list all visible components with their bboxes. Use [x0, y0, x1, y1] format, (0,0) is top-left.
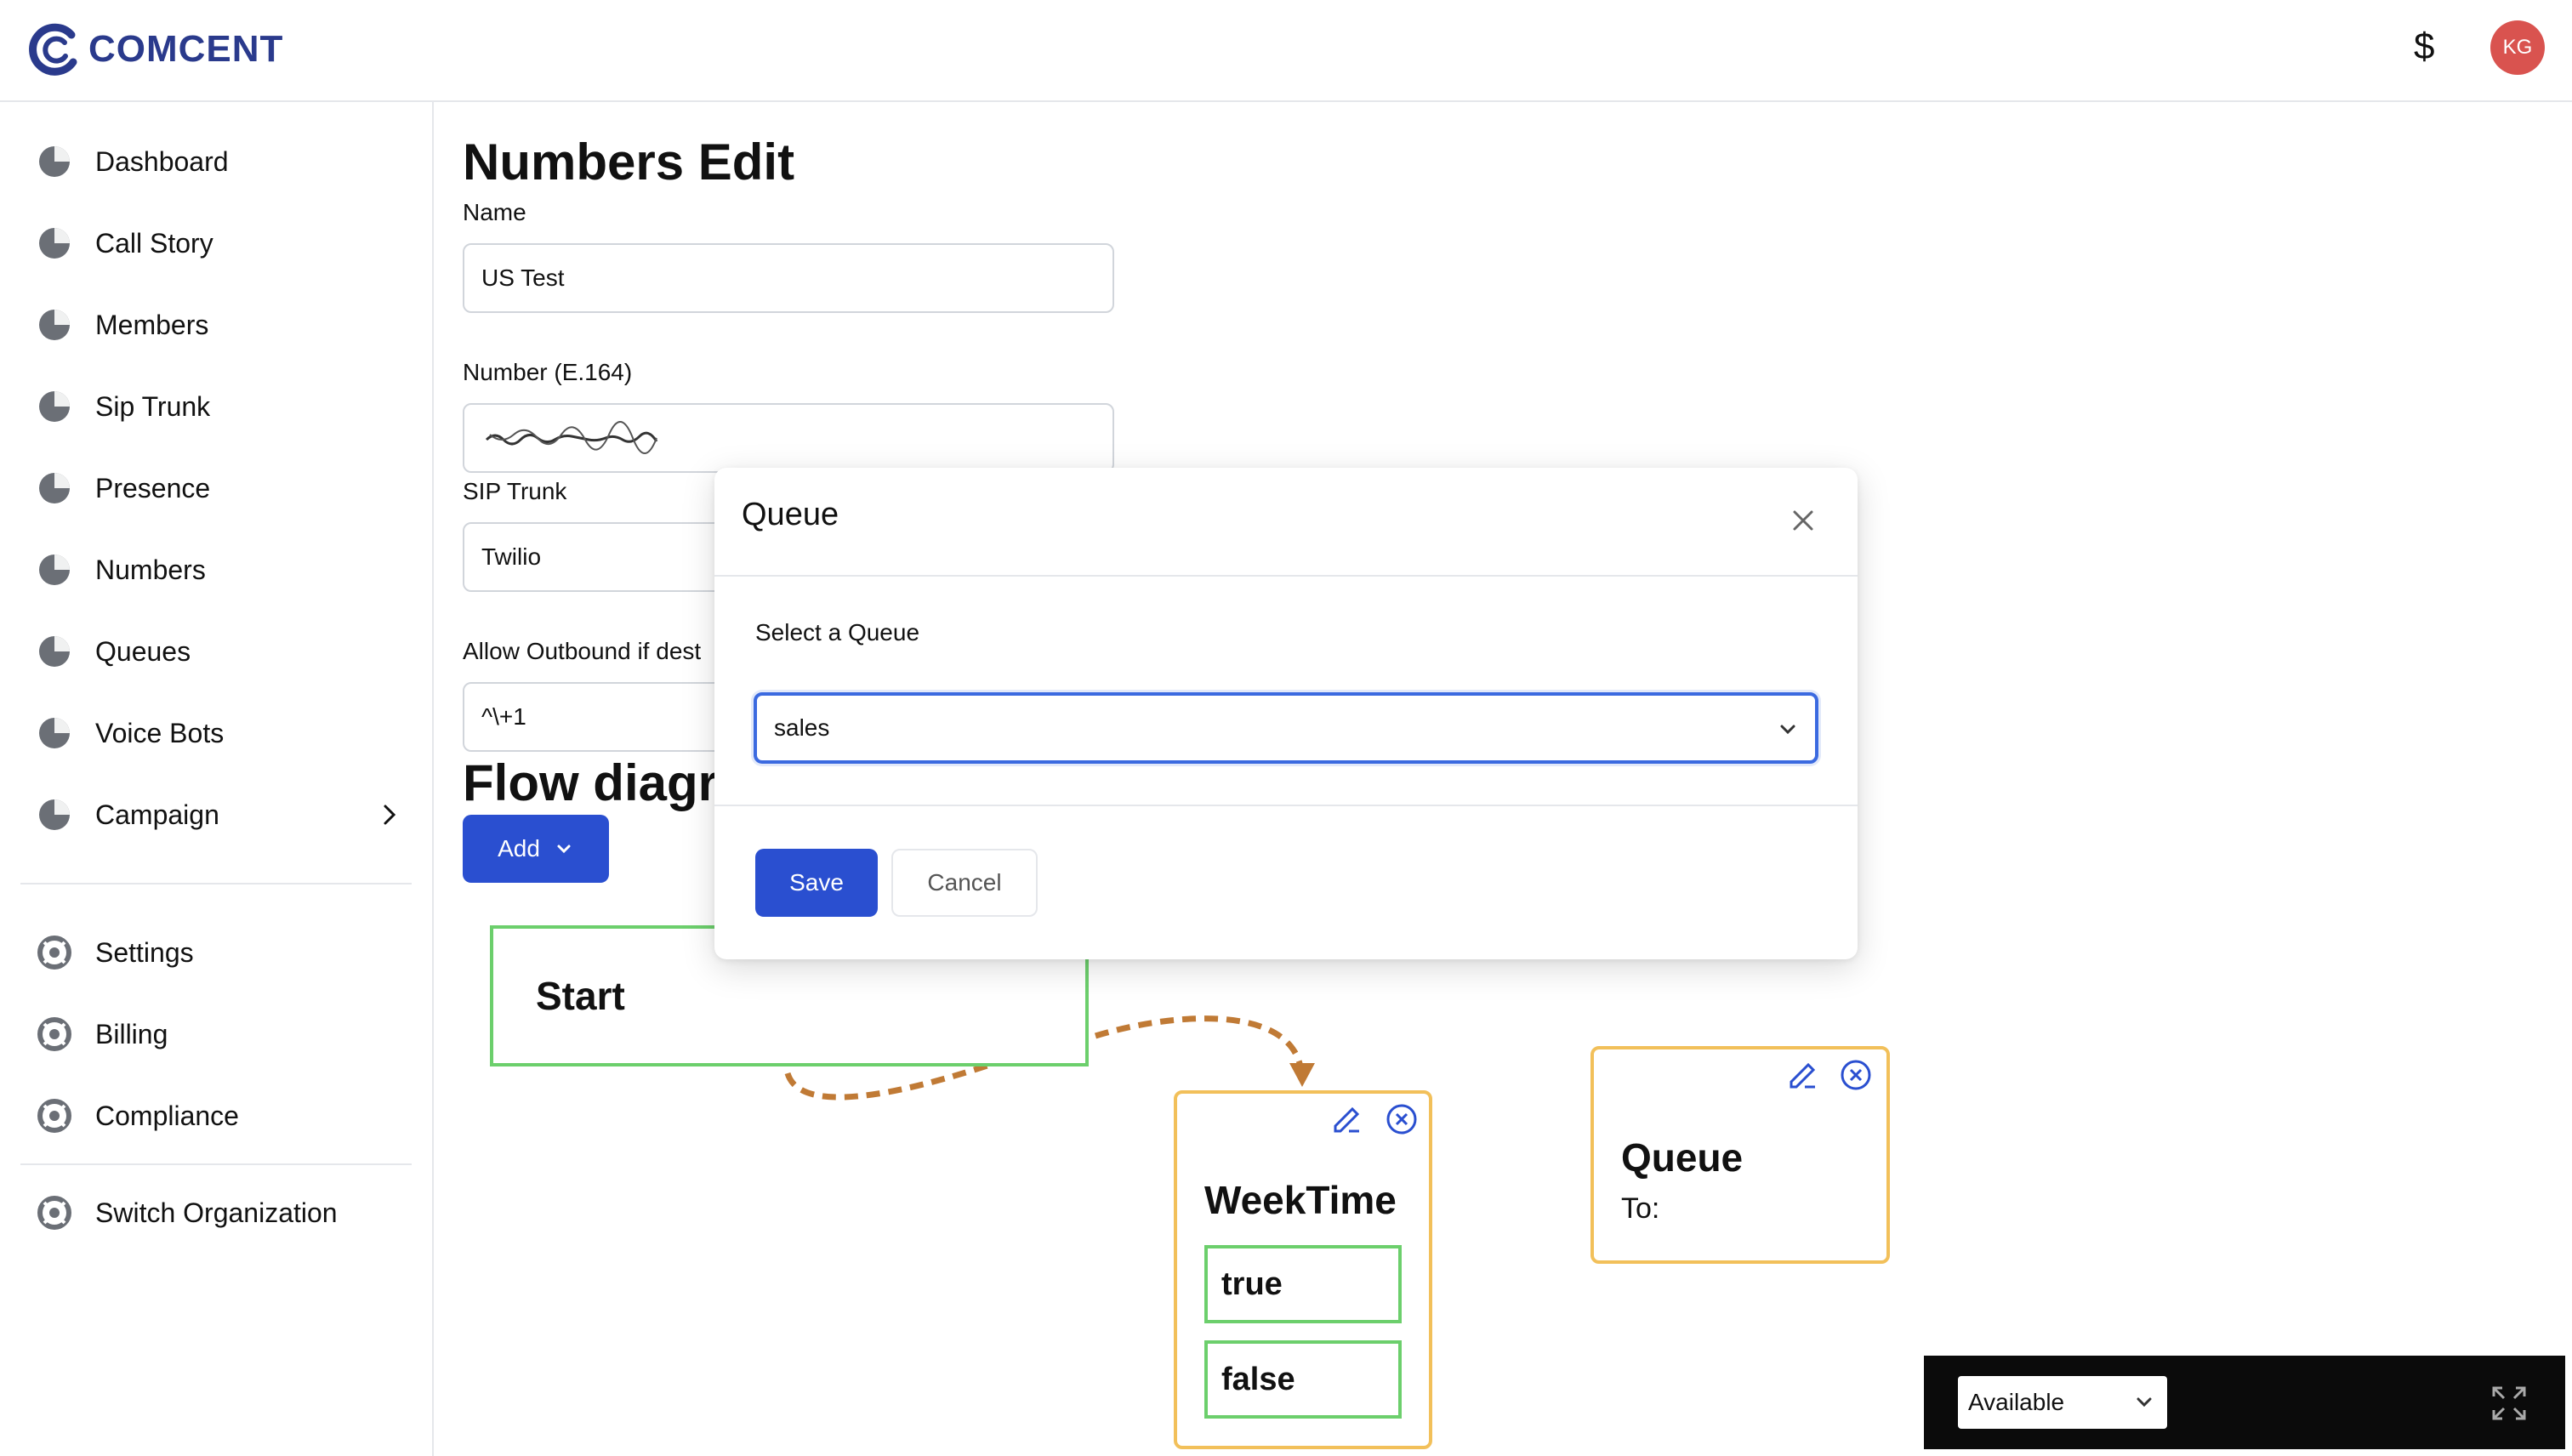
- modal-divider: [714, 805, 1858, 806]
- start-node-label: Start: [536, 974, 625, 1018]
- close-circle-icon[interactable]: [1385, 1102, 1419, 1136]
- expand-icon[interactable]: [2490, 1385, 2528, 1422]
- edit-icon[interactable]: [1786, 1058, 1820, 1092]
- availability-select[interactable]: Available: [1958, 1376, 2167, 1429]
- flow-node-weektime[interactable]: WeekTime true false: [1174, 1090, 1432, 1449]
- queue-node-title: Queue: [1621, 1135, 1744, 1180]
- softphone-bar: Available: [1924, 1356, 2565, 1449]
- chevron-down-icon: [1780, 725, 1795, 735]
- queue-node-to-label: To:: [1621, 1192, 1660, 1225]
- chevron-down-icon: [2137, 1397, 2152, 1408]
- weektime-false-branch[interactable]: false: [1204, 1340, 1402, 1419]
- close-icon[interactable]: [1788, 505, 1818, 536]
- weektime-true-branch[interactable]: true: [1204, 1245, 1402, 1323]
- modal-title: Queue: [742, 497, 839, 532]
- modal-divider: [714, 575, 1858, 577]
- save-button[interactable]: Save: [755, 849, 878, 917]
- flow-node-queue[interactable]: Queue To:: [1590, 1046, 1890, 1264]
- cancel-button[interactable]: Cancel: [891, 849, 1038, 917]
- queue-select[interactable]: sales: [754, 692, 1818, 764]
- close-circle-icon[interactable]: [1839, 1058, 1873, 1092]
- queue-select-value: sales: [774, 714, 830, 741]
- edit-icon[interactable]: [1330, 1102, 1364, 1136]
- weektime-node-title: WeekTime: [1204, 1178, 1397, 1222]
- select-queue-label: Select a Queue: [755, 619, 920, 646]
- queue-modal: Queue Select a Queue sales Save Cancel: [714, 468, 1858, 959]
- availability-value: Available: [1968, 1389, 2065, 1415]
